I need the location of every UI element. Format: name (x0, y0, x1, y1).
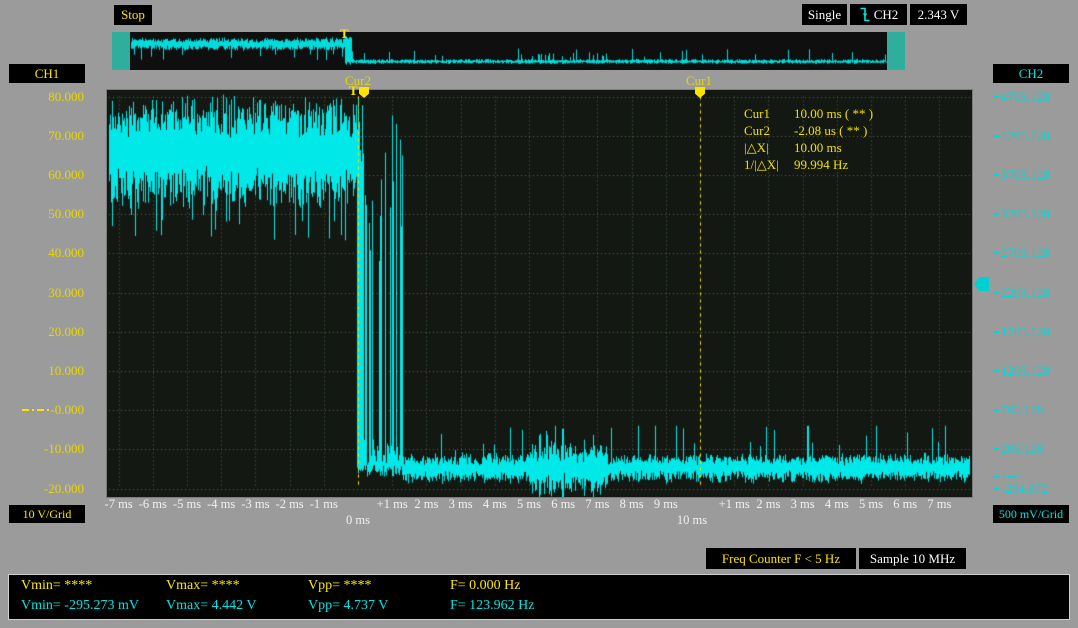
ch2-axis-tick-mark (994, 330, 999, 333)
readout-value: 99.994 Hz (794, 157, 849, 172)
ch2-axis-tick-mark (994, 252, 999, 255)
ch1-vmin-value: Vmin= **** (21, 578, 93, 593)
ch2-axis-tick-mark (994, 134, 999, 137)
ch1-axis-tick-label: -0.000 (50, 402, 84, 418)
trigger-source-box[interactable]: CH2 (850, 4, 907, 25)
ch1-axis-tick-label: 50.000 (48, 206, 84, 222)
ch1-axis-tick-label: 80.000 (48, 88, 84, 104)
overview-right-handle[interactable] (887, 32, 905, 70)
ch1-axis-tick-label: 20.000 (48, 323, 84, 339)
ch2-axis-tick-label: 4205.128 (1001, 127, 1050, 143)
ch2-vmax-value: Vmax= 4.442 V (166, 598, 257, 613)
ch2-axis-tick-label: 2205.128 (1001, 284, 1050, 300)
ch1-freq-value: F= 0.000 Hz (450, 578, 521, 593)
trigger-position-marker[interactable]: T (349, 84, 358, 97)
x-axis-tick-label: -1 ms (309, 497, 338, 511)
ch1-axis-tick-label: 30.000 (48, 284, 84, 300)
ch2-axis-tick-label: 3705.128 (1001, 166, 1050, 182)
ch1-axis-tick-label: -20.000 (43, 480, 84, 496)
ch2-axis-tick-mark (994, 213, 999, 216)
overview-left-handle[interactable] (112, 32, 130, 70)
ch2-scale-box[interactable]: 500 mV/Grid (993, 505, 1069, 523)
readout-name: 1/|△X| (744, 157, 779, 172)
cursor-readout-row: 1/|△X| 99.994 Hz (744, 157, 873, 174)
ch2-vpp-value: Vpp= 4.737 V (308, 598, 389, 613)
ch1-scale-box[interactable]: 10 V/Grid (9, 505, 85, 523)
readout-value: 10.00 ms ( ** ) (794, 106, 874, 121)
x-axis-tick-label: 7 ms (927, 497, 952, 511)
ch2-axis-tick-label: 1205.128 (1001, 362, 1050, 378)
ch2-axis-tick-mark (994, 95, 999, 98)
ch1-axis-tick-label: 10.000 (48, 362, 84, 378)
ch1-axis-tick-label: -10.000 (43, 441, 84, 457)
readout-name: Cur2 (744, 123, 770, 138)
readout-name: Cur1 (744, 106, 770, 121)
cursor-readout-row: Cur1 10.00 ms ( ** ) (744, 106, 873, 123)
ch2-axis-tick-label: 1705.128 (1001, 323, 1050, 339)
sample-rate-box: Sample 10 MHz (859, 548, 966, 569)
overview-waveform-canvas (112, 32, 905, 70)
overview-trigger-marker[interactable]: T (340, 27, 349, 40)
ch2-axis-tick-mark (994, 448, 999, 451)
record-overview-strip (112, 32, 905, 70)
ch1-vmax-value: Vmax= **** (166, 578, 240, 593)
ch2-ground-marker[interactable] (993, 476, 1019, 478)
ch1-axis-tick-label: 70.000 (48, 127, 84, 143)
cur2-cursor-label: Cur2 (345, 73, 371, 88)
x-axis-major-label: 0 ms (346, 513, 370, 527)
cursor-readout: Cur1 10.00 ms ( ** ) Cur2 -2.08 us ( ** ) … (744, 106, 873, 174)
readout-value: 10.00 ms (794, 140, 842, 155)
ch2-level-marker[interactable] (974, 277, 989, 291)
trigger-level-value: 2.343 V (910, 4, 967, 25)
ch2-axis-tick-label: 2705.128 (1001, 245, 1050, 261)
ch2-axis-tick-mark (994, 173, 999, 176)
ch2-vmin-value: Vmin= -295.273 mV (21, 598, 139, 613)
ch2-axis-tick-mark (994, 409, 999, 412)
readout-name: |△X| (744, 140, 769, 155)
ch2-axis-tick-label: 205.128 (1001, 441, 1044, 457)
ch2-axis-tick-label: -294.872 (1001, 480, 1048, 496)
ch2-axis-tick-label: 4705.128 (1001, 88, 1050, 104)
ch1-vpp-value: Vpp= **** (308, 578, 372, 593)
ch1-label-box[interactable]: CH1 (9, 64, 85, 83)
stop-button[interactable]: Stop (114, 5, 152, 25)
x-axis-tick-label: 9 ms (653, 497, 678, 511)
ch2-label-box[interactable]: CH2 (993, 64, 1069, 83)
oscilloscope-app: Stop Single CH2 2.343 V T CH1 CH2 Cur2 C… (0, 0, 1078, 628)
trigger-channel-label: CH2 (873, 6, 899, 22)
single-button[interactable]: Single (802, 4, 847, 25)
readout-value: -2.08 us ( ** ) (794, 123, 868, 138)
ch2-axis-tick-mark (994, 291, 999, 294)
ch2-axis-tick-label: 3205.128 (1001, 206, 1050, 222)
cur1-cursor-label: Cur1 (686, 73, 712, 88)
measurement-panel: Vmin= **** Vmax= **** Vpp= **** F= 0.000… (8, 574, 1070, 620)
ch1-axis-tick-label: 60.000 (48, 166, 84, 182)
freq-counter-box: Freq Counter F < 5 Hz (706, 548, 856, 569)
cursor-readout-row: |△X| 10.00 ms (744, 140, 873, 157)
ch2-axis-tick-mark (994, 487, 999, 490)
ch1-axis-tick-label: 40.000 (48, 245, 84, 261)
ch2-axis-tick-label: 705.128 (1001, 402, 1044, 418)
ch2-freq-value: F= 123.962 Hz (450, 598, 535, 613)
x-axis-major-label: 10 ms (676, 513, 708, 527)
ch2-axis-tick-mark (994, 369, 999, 372)
cursor-readout-row: Cur2 -2.08 us ( ** ) (744, 123, 873, 140)
trigger-edge-icon (860, 7, 870, 22)
